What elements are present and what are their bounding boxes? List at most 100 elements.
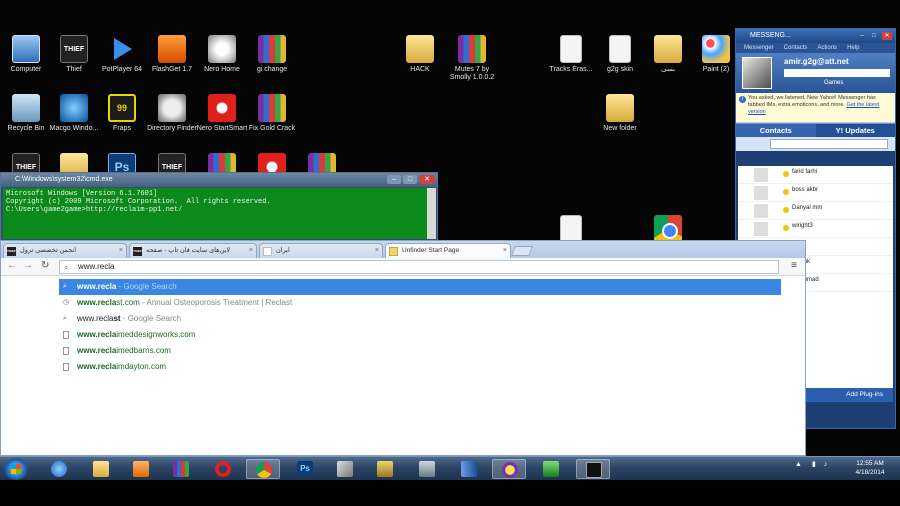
desktop-icon-hack[interactable]: HACK [394,35,446,74]
internet-explorer-icon [51,461,67,477]
suggestion-item[interactable]: ◷ www.reclast.com - Annual Osteoporosis … [59,295,781,311]
minimize-button[interactable]: ‒ [857,32,867,40]
taskbar: Ps ▲ ▮ ♪ 12:55 AM 4/18/2014 [0,456,900,480]
minimize-button[interactable]: ‒ [387,175,401,184]
file-icon [560,215,582,243]
show-hidden-icons-icon[interactable]: ▲ [795,461,802,468]
taskbar-media[interactable] [124,459,158,479]
taskbar-app[interactable] [368,459,402,479]
desktop-icon-gi-change[interactable]: gi change [246,35,298,74]
taskbar-monitor[interactable] [534,459,568,479]
taskbar-pen[interactable] [328,459,362,479]
desktop-icon-nero-home[interactable]: Nero Home [196,35,248,74]
taskbar-cmd[interactable] [576,459,610,479]
browser-tab[interactable]: ایران × [259,243,383,258]
hamburger-menu-icon[interactable]: ≡ [791,260,797,271]
close-tab-icon[interactable]: × [249,244,253,258]
folder-icon [93,461,109,477]
taskbar-chrome[interactable] [246,459,280,479]
desktop-icon-fraps[interactable]: 99 Fraps [96,94,148,133]
cmd-titlebar[interactable]: C:\Windows\system32\cmd.exe ‒ □ ✕ [1,173,437,187]
new-tab-button[interactable] [511,246,533,256]
volume-icon[interactable]: ♪ [824,461,828,468]
suggestion-item[interactable]: www.reclaimdayton.com [59,359,781,375]
tab-y-updates[interactable]: Y! Updates [815,124,895,137]
suggestion-item[interactable]: ⌕ www.reclast - Google Search [59,311,781,327]
close-tab-icon[interactable]: × [503,244,507,258]
taskbar-ie[interactable] [42,459,76,479]
taskbar-bowtie[interactable] [452,459,486,479]
desktop-icon-new-folder[interactable]: New folder [594,94,646,133]
contact-item[interactable]: farid farhi [738,166,893,184]
suggestion-item[interactable]: www.reclaimeddesignworks.com [59,327,781,343]
address-bar[interactable]: ⌕ www.recla [59,260,779,274]
desktop-icon-thief[interactable]: THIEF Thief [48,35,100,74]
contact-item[interactable]: wiright3 [738,220,893,238]
close-button[interactable]: ✕ [419,175,435,184]
menu-actions[interactable]: Actions [817,43,837,53]
menu-help[interactable]: Help [847,43,859,53]
messenger-username[interactable]: amir.g2g@att.net [784,57,849,66]
taskbar-winrar[interactable] [164,459,198,479]
suggestion-rest: st [113,314,121,323]
desktop-icon-directory-finder[interactable]: Directory Finder [146,94,198,133]
desktop-icon-mutes[interactable]: Mutes 7 by Smolly 1.0.0.2 [444,35,500,82]
desktop-icon-flashget[interactable]: FlashGet 1.7 [146,35,198,74]
desktop-icon-fix-gold-crack[interactable]: Fix Gold Crack [246,94,298,133]
maximize-button[interactable]: □ [403,175,417,184]
messenger-profile: amir.g2g@att.net Games [736,53,895,93]
cmd-console[interactable]: Microsoft Windows [Version 6.1.7601] Copy… [3,188,427,239]
taskbar-yahoo-messenger[interactable] [492,459,526,479]
tab-contacts[interactable]: Contacts [736,124,816,137]
cmd-window[interactable]: C:\Windows\system32\cmd.exe ‒ □ ✕ Micros… [0,172,438,242]
desktop-icon-recycle-bin[interactable]: Recycle Bin [0,94,52,133]
desktop-icon-nero-startsmart[interactable]: Nero StartSmart [196,94,248,133]
contact-item[interactable]: Danyal mm [738,202,893,220]
address-value: www.recla [78,262,115,271]
reload-icon[interactable]: ↻ [41,260,49,271]
desktop-icon-g2g-skin[interactable]: g2g skin [594,35,646,74]
close-button[interactable]: ✕ [882,32,892,40]
suggestion-item[interactable]: ⌕ www.recla - Google Search [59,279,781,295]
contact-avatar [754,168,768,182]
chrome-icon [654,215,682,243]
suggestion-match: www.recla [77,314,114,323]
taskbar-explorer[interactable] [84,459,118,479]
menu-contacts[interactable]: Contacts [784,43,808,53]
desktop-icon-persian-folder[interactable]: بسی [642,35,694,74]
desktop-icon-macgo[interactable]: Macgo Windo... [48,94,100,133]
taskbar-opera[interactable] [206,459,240,479]
monitor-icon [543,461,559,477]
menu-messenger[interactable]: Messenger [744,43,774,53]
contact-item[interactable]: boss akbr [738,184,893,202]
messenger-titlebar[interactable]: MESSENG... ‒ □ ✕ [736,29,895,43]
back-arrow-icon[interactable]: ← [7,260,17,271]
taskbar-clock[interactable]: 12:55 AM 4/18/2014 [848,459,892,477]
cmd-scrollbar[interactable] [427,188,436,239]
status-message-input[interactable] [784,69,890,77]
browser-tab[interactable]: THIEF انجمن تخصصی ترول × [3,243,127,258]
desktop-icon-potplayer[interactable]: PotPlayer 64 [96,35,148,74]
tab-label: ایران [276,247,290,254]
desktop-icon-computer[interactable]: Computer [0,35,52,74]
avatar[interactable] [742,57,772,89]
games-link[interactable]: Games [824,80,843,86]
clock-date: 4/18/2014 [855,469,885,476]
desktop-icon-tracks-eraser[interactable]: Tracks Eras... [545,35,597,74]
close-tab-icon[interactable]: × [119,244,123,258]
chrome-window[interactable]: THIEF انجمن تخصصی ترول × THIEF لاین‌های … [0,240,806,456]
taskbar-photoshop[interactable]: Ps [288,459,322,479]
suggestion-item[interactable]: www.reclaimedbarns.com [59,343,781,359]
skull-icon [158,94,186,122]
browser-tab[interactable]: THIEF لاین‌های سایت فان تاپ - صفحه × [129,243,257,258]
start-button[interactable] [4,458,28,480]
contacts-search-input[interactable] [770,139,888,149]
network-icon[interactable]: ▮ [812,461,816,468]
page-favicon-icon [263,247,272,256]
maximize-button[interactable]: □ [869,32,879,40]
browser-tab-active[interactable]: Unfinder Start Page × [385,243,511,258]
taskbar-scanner[interactable] [410,459,444,479]
close-tab-icon[interactable]: × [375,244,379,258]
contact-avatar [754,222,768,236]
forward-arrow-icon[interactable]: → [23,260,33,271]
